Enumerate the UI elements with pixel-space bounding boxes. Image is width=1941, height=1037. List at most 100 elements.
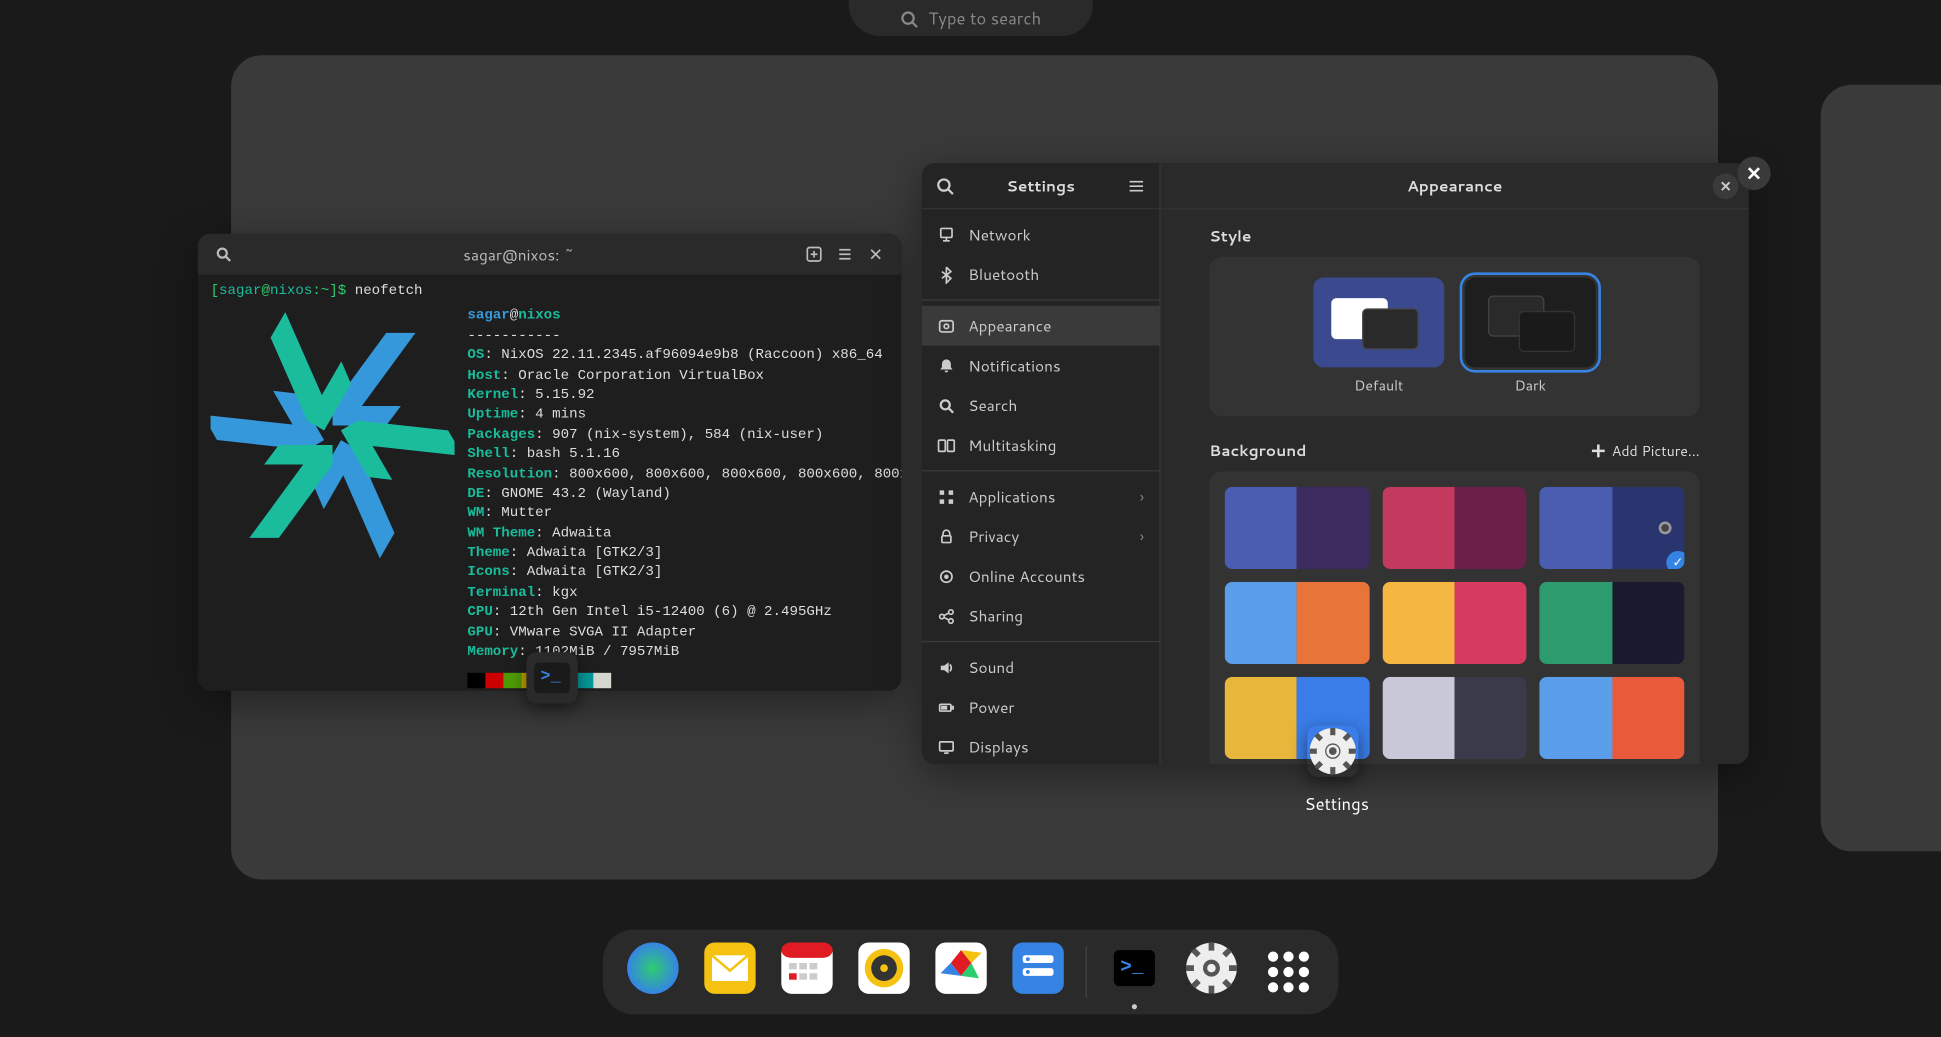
wallpaper-box: ✓ [1210,471,1700,764]
dock-files[interactable] [1009,942,1068,1001]
sidebar-item-network[interactable]: Network [922,214,1160,254]
web-browser-icon [625,940,681,1004]
sidebar-item-privacy[interactable]: Privacy› [922,516,1160,556]
close-icon [1746,166,1761,181]
terminal-window[interactable]: sagar@nixos: ~ [sagar@nixos:~]$ neofetch [198,234,902,691]
search-icon [936,177,954,195]
style-option-default[interactable]: Default [1314,277,1445,395]
settings-close-button[interactable] [1713,173,1739,199]
sidebar-item-bluetooth[interactable]: Bluetooth [922,254,1160,294]
style-section-title: Style [1210,225,1700,247]
settings-window[interactable]: Settings NetworkBluetoothAppearanceNotif… [922,163,1749,764]
terminal-search-button[interactable] [208,239,239,270]
settings-app-label: Settings [1305,794,1369,817]
dock-settings[interactable] [1182,942,1241,1001]
terminal-titlebar[interactable]: sagar@nixos: ~ [198,234,902,275]
sidebar-item-appearance[interactable]: Appearance [922,306,1160,346]
dock-mail[interactable] [700,942,759,1001]
close-overview-button[interactable] [1737,157,1770,190]
wallpaper-wp-purple[interactable] [1225,487,1370,569]
terminal-body[interactable]: [sagar@nixos:~]$ neofetch [198,275,902,691]
close-icon [867,245,885,263]
bell-icon [937,356,955,374]
dock-calendar[interactable] [777,942,836,1001]
terminal-menu-button[interactable] [829,239,860,270]
neofetch-field: DE: GNOME 43.2 (Wayland) [467,485,901,505]
style-option-dark[interactable]: Dark [1465,277,1596,395]
search-icon [937,396,955,414]
neofetch-logo [211,307,455,690]
hamburger-icon [1127,177,1145,195]
running-indicator [1132,1004,1137,1009]
wallpaper-wp-blue[interactable]: ✓ [1540,487,1685,569]
settings-icon [1183,940,1239,1004]
settings-main-title: Appearance [1407,175,1502,197]
settings-app-icon[interactable] [1307,725,1358,776]
terminal-close-button[interactable] [860,239,891,270]
search-icon [214,245,232,263]
photos-icon [933,940,989,1004]
sidebar-item-online-accounts[interactable]: Online Accounts [922,556,1160,596]
sidebar-item-applications[interactable]: Applications› [922,476,1160,516]
workspace-thumbnail-next[interactable] [1821,85,1941,852]
wallpaper-wp-hex[interactable] [1382,677,1527,759]
neofetch-info: sagar@nixos ----------- OS: NixOS 22.11.… [467,307,901,690]
sidebar-item-search[interactable]: Search [922,385,1160,425]
music-icon [856,940,912,1004]
plus-icon [1591,442,1606,457]
lock-icon [937,527,955,545]
terminal-icon: >_ [530,656,574,700]
wallpaper-wp-stripes[interactable] [1540,677,1685,759]
show-applications-button[interactable] [1259,942,1318,1001]
search-bar[interactable]: Type to search [849,0,1093,36]
wallpaper-dynamic-badge [1659,521,1672,534]
plus-square-icon [805,245,823,263]
wallpaper-wp-gradient[interactable] [1382,582,1527,664]
share-icon [937,607,955,625]
svg-text:>_: >_ [1120,956,1144,978]
neofetch-field: WM Theme: Adwaita [467,525,901,545]
wallpaper-wp-orange[interactable] [1225,582,1370,664]
neofetch-field: CPU: 12th Gen Intel i5-12400 (6) @ 2.495… [467,604,901,624]
search-placeholder: Type to search [928,8,1041,31]
apps-grid-icon [1268,951,1309,992]
wallpaper-wp-pink[interactable] [1382,487,1527,569]
dock-separator [1086,946,1087,997]
neofetch-field: Shell: bash 5.1.16 [467,446,901,466]
style-box: DefaultDark [1210,257,1700,416]
neofetch-field: Kernel: 5.15.92 [467,386,901,406]
settings-search-button[interactable] [930,170,961,201]
neofetch-field: Terminal: kgx [467,584,901,604]
settings-menu-button[interactable] [1121,170,1152,201]
sidebar-item-displays[interactable]: Displays [922,727,1160,764]
sidebar-item-sharing[interactable]: Sharing [922,596,1160,636]
sidebar-item-sound[interactable]: Sound [922,647,1160,687]
dock-music[interactable] [855,942,914,1001]
wallpaper-wp-green[interactable] [1540,582,1685,664]
dock-web-browser[interactable] [623,942,682,1001]
neofetch-field: Theme: Adwaita [GTK2/3] [467,545,901,565]
close-icon [1719,180,1732,193]
terminal-new-tab-button[interactable] [799,239,830,270]
dock-photos[interactable] [932,942,991,1001]
files-icon [1010,940,1066,1004]
neofetch-field: Uptime: 4 mins [467,406,901,426]
calendar-icon [779,940,835,1004]
cloud-icon [937,567,955,585]
display-icon [937,738,955,756]
neofetch-field: Resolution: 800x600, 800x600, 800x600, 8… [467,465,901,485]
sidebar-item-notifications[interactable]: Notifications [922,345,1160,385]
neofetch-field: Packages: 907 (nix-system), 584 (nix-use… [467,426,901,446]
settings-sidebar: Settings NetworkBluetoothAppearanceNotif… [922,163,1161,764]
power-icon [937,698,955,716]
prompt-host: nixos [270,284,312,299]
dock-terminal[interactable]: >_ [1105,942,1164,1001]
sidebar-item-multitasking[interactable]: Multitasking [922,425,1160,465]
add-picture-button[interactable]: Add Picture… [1591,440,1700,461]
background-section-title: Background [1210,439,1307,461]
mail-icon [702,940,758,1004]
prompt-user: sagar [219,284,261,299]
terminal-app-icon[interactable]: >_ [526,652,577,703]
gear-icon [1307,723,1358,779]
sidebar-item-power[interactable]: Power [922,687,1160,727]
